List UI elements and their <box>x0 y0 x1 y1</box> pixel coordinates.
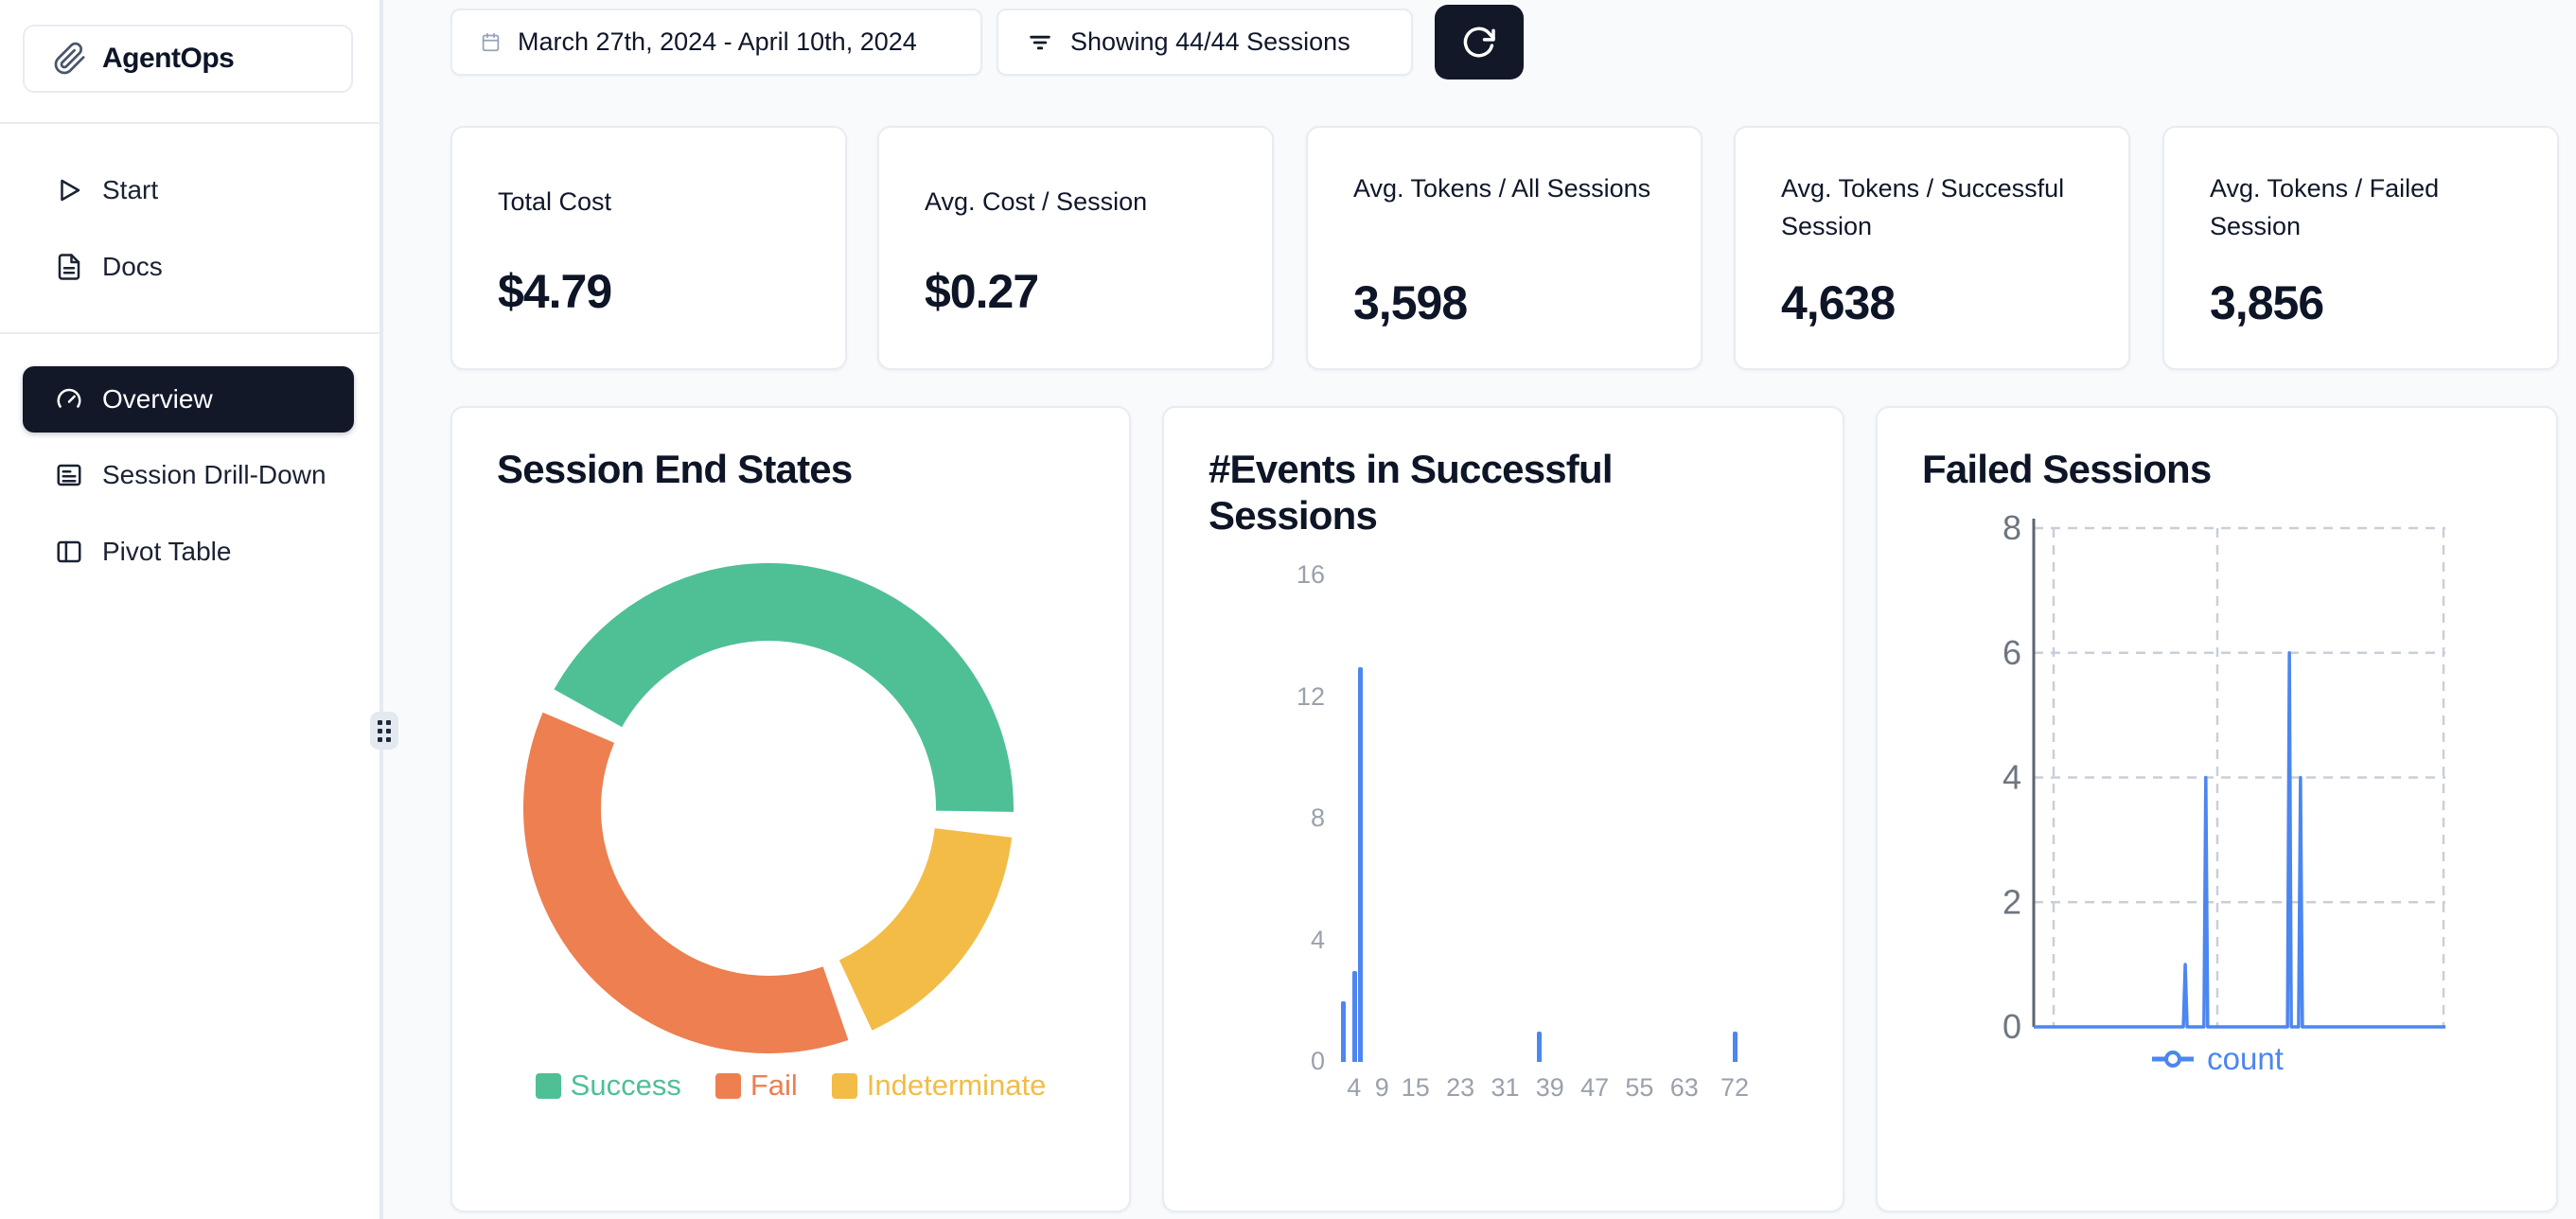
donut-segment-indeterminate[interactable] <box>856 833 973 996</box>
donut-segment-fail[interactable] <box>562 728 836 1015</box>
failed-sessions-card: Failed Sessions 02468 count <box>1876 406 2558 1212</box>
agentops-dashboard: AgentOps Start Docs Overview Session Dri… <box>0 0 2576 1219</box>
session-end-states-card: Session End States Success Fail Indeterm… <box>450 406 1131 1212</box>
x-axis-tick-label: 63 <box>1670 1073 1699 1103</box>
stat-label: Total Cost <box>498 183 810 221</box>
legend-label: Indeterminate <box>867 1069 1047 1103</box>
sidebar-divider-middle <box>0 332 383 334</box>
stat-card: Avg. Tokens / All Sessions 3,598 <box>1306 126 1703 370</box>
paperclip-icon <box>53 42 87 76</box>
list-card-icon <box>55 461 83 489</box>
sessions-filter-button[interactable]: Showing 44/44 Sessions <box>997 9 1413 76</box>
histogram-bar <box>1352 971 1357 1062</box>
sidebar-item-label: Session Drill-Down <box>102 460 326 490</box>
y-axis-tick-label: 4 <box>2003 758 2021 797</box>
document-icon <box>55 253 83 281</box>
histogram-bar <box>1358 667 1363 1062</box>
failed-sessions-line-chart: 0 2 4 6 8 <box>1878 408 2560 1214</box>
histogram-bar <box>1733 1032 1738 1062</box>
stat-value: 3,598 <box>1353 275 1467 330</box>
sidebar-item-label: Overview <box>102 384 213 415</box>
stat-card: Avg. Tokens / Successful Session 4,638 <box>1734 126 2130 370</box>
events-bar-chart: 0481216491523313947556372 <box>1164 408 1846 1214</box>
x-axis-tick-label: 47 <box>1580 1073 1609 1103</box>
y-axis-tick-label: 8 <box>1259 804 1325 833</box>
x-axis-tick-label: 23 <box>1446 1073 1474 1103</box>
y-axis-tick-label: 0 <box>1259 1047 1325 1076</box>
stat-label: Avg. Tokens / All Sessions <box>1353 169 1666 207</box>
stat-card: Avg. Cost / Session $0.27 <box>877 126 1274 370</box>
y-axis-tick-label: 0 <box>2003 1007 2021 1046</box>
legend-item-indeterminate[interactable]: Indeterminate <box>832 1069 1047 1103</box>
refresh-icon <box>1461 25 1497 61</box>
play-icon <box>55 176 83 204</box>
grip-dots-icon <box>378 720 391 742</box>
legend-item-success[interactable]: Success <box>536 1069 681 1103</box>
date-range-picker[interactable]: March 27th, 2024 - April 10th, 2024 <box>450 9 982 76</box>
sidebar-item-label: Docs <box>102 252 163 282</box>
refresh-button[interactable] <box>1435 5 1524 80</box>
sidebar: AgentOps Start Docs Overview Session Dri… <box>0 0 383 1219</box>
stat-label: Avg. Cost / Session <box>925 183 1237 221</box>
histogram-bar <box>1341 1001 1346 1062</box>
y-axis-tick-label: 12 <box>1259 682 1325 712</box>
calendar-icon <box>481 32 501 52</box>
legend-swatch <box>536 1073 561 1099</box>
stat-value: 4,638 <box>1781 275 1895 330</box>
donut-legend: Success Fail Indeterminate <box>452 1069 1129 1103</box>
sidebar-divider-top <box>0 122 383 124</box>
stat-value: $0.27 <box>925 264 1038 319</box>
app-title: AgentOps <box>102 43 234 75</box>
legend-swatch <box>715 1073 741 1099</box>
events-histogram-card: #Events in Successful Sessions 048121649… <box>1162 406 1844 1212</box>
columns-icon <box>55 538 83 566</box>
stat-card: Total Cost $4.79 <box>450 126 847 370</box>
x-axis-tick-label: 9 <box>1375 1073 1389 1103</box>
x-axis-tick-label: 72 <box>1720 1073 1749 1103</box>
donut-segment-success[interactable] <box>588 602 975 811</box>
x-axis-tick-label: 31 <box>1491 1073 1519 1103</box>
stat-label: Avg. Tokens / Successful Session <box>1781 169 2093 245</box>
legend-label: Success <box>571 1069 681 1103</box>
sidebar-item-label: Pivot Table <box>102 537 231 567</box>
line-legend-marker-icon <box>2150 1049 2196 1069</box>
sidebar-resize-handle[interactable] <box>370 712 398 750</box>
gauge-icon <box>55 385 83 414</box>
stat-card: Avg. Tokens / Failed Session 3,856 <box>2162 126 2559 370</box>
x-axis-tick-label: 4 <box>1347 1073 1361 1103</box>
legend-label: Fail <box>750 1069 798 1103</box>
y-axis-tick-label: 16 <box>1259 560 1325 590</box>
filter-icon <box>1027 29 1053 56</box>
legend-label: count <box>2207 1041 2284 1077</box>
sidebar-item-session-drill-down[interactable]: Session Drill-Down <box>23 442 354 508</box>
sessions-filter-label: Showing 44/44 Sessions <box>1070 27 1350 57</box>
legend-item-fail[interactable]: Fail <box>715 1069 798 1103</box>
stat-value: $4.79 <box>498 264 611 319</box>
app-logo[interactable]: AgentOps <box>23 25 353 93</box>
x-axis-tick-label: 39 <box>1536 1073 1564 1103</box>
stat-value: 3,856 <box>2210 275 2323 330</box>
y-axis-tick-label: 6 <box>2003 633 2021 672</box>
sidebar-item-overview[interactable]: Overview <box>23 366 354 433</box>
stat-label: Avg. Tokens / Failed Session <box>2210 169 2522 245</box>
histogram-bar <box>1537 1032 1542 1062</box>
line-chart-legend[interactable]: count <box>1878 1041 2556 1077</box>
y-axis-tick-label: 8 <box>2003 508 2021 547</box>
x-axis-tick-label: 55 <box>1625 1073 1653 1103</box>
sidebar-item-start[interactable]: Start <box>23 157 354 223</box>
y-axis-tick-label: 2 <box>2003 882 2021 921</box>
sidebar-item-pivot-table[interactable]: Pivot Table <box>23 519 354 585</box>
legend-swatch <box>832 1073 857 1099</box>
y-axis-tick-label: 4 <box>1259 926 1325 955</box>
count-line-series <box>2034 653 2445 1027</box>
sidebar-item-docs[interactable]: Docs <box>23 234 354 300</box>
sidebar-item-label: Start <box>102 175 158 205</box>
date-range-label: March 27th, 2024 - April 10th, 2024 <box>518 27 917 57</box>
x-axis-tick-label: 15 <box>1402 1073 1430 1103</box>
